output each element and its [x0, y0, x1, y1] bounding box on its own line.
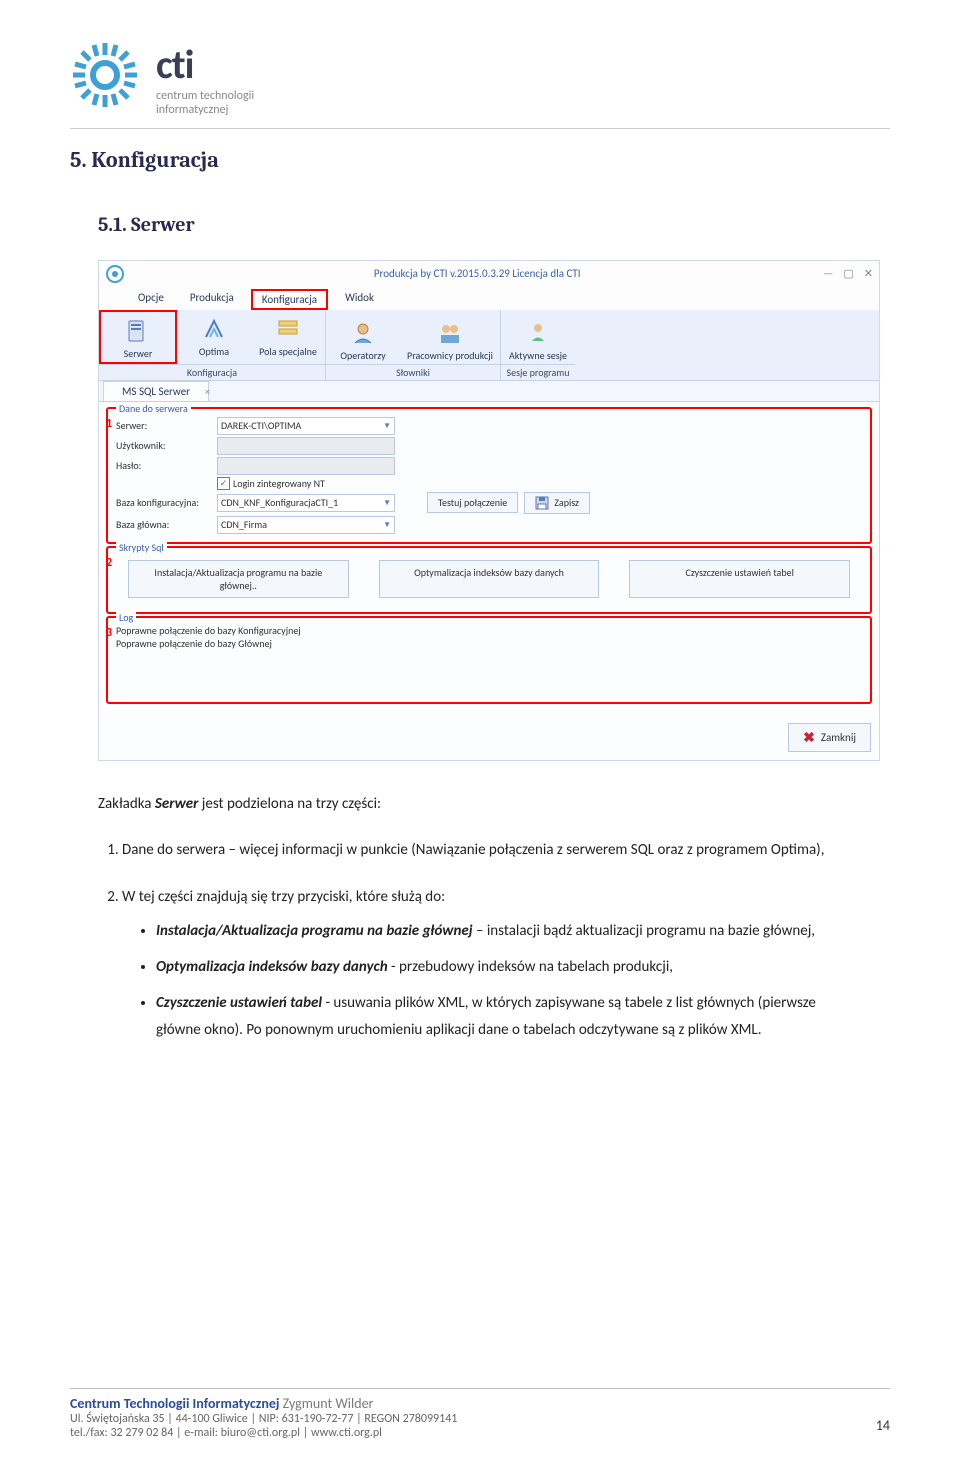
- header-divider: [70, 128, 890, 129]
- clear-table-settings-button[interactable]: Czyszczenie ustawień tabel: [629, 560, 850, 598]
- footer-owner-name: Zygmunt Wilder: [280, 1395, 374, 1412]
- ribbon-operatorzy[interactable]: Operatorzy: [326, 314, 400, 364]
- input-baza-konfig[interactable]: CDN_KNF_KonfiguracjaCTI_1▼: [217, 494, 395, 512]
- ribbon-serwer[interactable]: Serwer: [99, 310, 177, 364]
- test-connection-button[interactable]: Testuj połączenie: [427, 492, 518, 513]
- operators-icon: [349, 319, 377, 347]
- label-baza-konfig: Baza konfiguracyjna:: [116, 496, 211, 509]
- footer-company-name: Centrum Technologii Informatycznej: [70, 1395, 280, 1412]
- titlebar: Produkcja by CTI v.2015.0.3.29 Licencja …: [99, 261, 879, 287]
- marker-3: 3: [106, 626, 112, 640]
- label-haslo: Hasło:: [116, 459, 211, 472]
- heading-konfiguracja: 5. Konfiguracja: [70, 147, 890, 173]
- checkbox-login-nt[interactable]: ✓ Login zintegrowany NT: [217, 477, 325, 490]
- tab-close-icon[interactable]: ×: [205, 385, 210, 398]
- page-footer: Centrum Technologii Informatycznej Zygmu…: [70, 1388, 890, 1440]
- maximize-button[interactable]: ▢: [843, 267, 853, 280]
- main-list: Dane do serwera – więcej informacji w pu…: [98, 837, 862, 1046]
- optima-icon: [200, 315, 228, 343]
- menu-opcje[interactable]: Opcje: [129, 289, 173, 310]
- brand-subtitle-2: informatycznej: [156, 103, 254, 117]
- panel-dane-serwera: 1 Dane do serwera Serwer: DAREK-CTI\OPTI…: [107, 408, 871, 543]
- ribbon: Serwer Optima Pola specjalne Konfiguracj…: [99, 310, 879, 381]
- bullet-clear: Czyszczenie ustawień tabel - usuwania pl…: [156, 990, 862, 1046]
- ribbon-group-sesje-label: Sesje programu: [501, 364, 575, 380]
- ribbon-group-slowniki-label: Słowniki: [326, 364, 500, 380]
- ribbon-pola-label: Pola specjalne: [259, 345, 317, 358]
- sessions-icon: [524, 319, 552, 347]
- legend-dane-serwera: Dane do serwera: [116, 402, 191, 415]
- marker-2: 2: [106, 556, 112, 570]
- checkbox-label: Login zintegrowany NT: [233, 477, 325, 490]
- checkbox-icon: ✓: [217, 477, 230, 490]
- brand-subtitle-1: centrum technologii: [156, 89, 254, 103]
- install-update-button[interactable]: Instalacja/Aktualizacja programu na bazi…: [128, 560, 349, 598]
- list-item-2: W tej części znajdują się trzy przyciski…: [122, 884, 862, 1045]
- log-line-2: Poprawne połączenie do bazy Głównej: [116, 637, 862, 650]
- fields-icon: [274, 315, 302, 343]
- label-uzytkownik: Użytkownik:: [116, 439, 211, 452]
- input-serwer[interactable]: DAREK-CTI\OPTIMA▼: [217, 417, 395, 435]
- log-line-1: Poprawne połączenie do bazy Konfiguracyj…: [116, 624, 862, 637]
- save-button[interactable]: Zapisz: [524, 492, 590, 514]
- heading-serwer: 5.1. Serwer: [98, 213, 890, 236]
- ribbon-optima-label: Optima: [199, 345, 229, 358]
- ribbon-optima[interactable]: Optima: [177, 310, 251, 364]
- tab-mssql-label: MS SQL Serwer: [122, 385, 190, 398]
- dropdown-arrow-icon: ▼: [383, 520, 391, 530]
- input-uzytkownik: [217, 437, 395, 455]
- footer-contact: tel./fax: 32 279 02 84 | e-mail: biuro@c…: [70, 1426, 890, 1440]
- bullet-install: Instalacja/Aktualizacja programu na bazi…: [156, 918, 862, 946]
- menu-widok[interactable]: Widok: [336, 289, 383, 310]
- tab-mssql[interactable]: MS SQL Serwer ×: [103, 381, 209, 401]
- label-baza-glowna: Baza główna:: [116, 518, 211, 531]
- panel-log: 3 Log Poprawne połączenie do bazy Konfig…: [107, 617, 871, 703]
- floppy-icon: [535, 496, 549, 510]
- app-icon: [105, 264, 125, 284]
- app-screenshot: Produkcja by CTI v.2015.0.3.29 Licencja …: [98, 260, 880, 761]
- bullet-optimize: Optymalizacja indeksów bazy danych - prz…: [156, 954, 862, 982]
- server-icon: [124, 317, 152, 345]
- ribbon-group-konfiguracja-label: Konfiguracja: [99, 364, 325, 380]
- legend-log: Log: [116, 611, 136, 624]
- tab-row: MS SQL Serwer ×: [99, 381, 879, 402]
- menubar: Opcje Produkcja Konfiguracja Widok: [99, 287, 879, 310]
- close-x-icon: ✖: [803, 729, 815, 746]
- workers-icon: [436, 319, 464, 347]
- input-baza-glowna[interactable]: CDN_Firma▼: [217, 516, 395, 534]
- ribbon-operatorzy-label: Operatorzy: [340, 349, 385, 362]
- dropdown-arrow-icon: ▼: [383, 421, 391, 431]
- minimize-button[interactable]: —: [823, 267, 833, 280]
- ribbon-sesje-label: Aktywne sesje: [509, 349, 567, 362]
- footer-address: Ul. Świętojańska 35 | 44-100 Gliwice | N…: [70, 1412, 890, 1426]
- marker-1: 1: [106, 417, 112, 431]
- ribbon-sesje[interactable]: Aktywne sesje: [501, 314, 575, 364]
- list-item-1: Dane do serwera – więcej informacji w pu…: [122, 837, 862, 865]
- intro-paragraph: Zakładka Serwer jest podzielona na trzy …: [98, 791, 862, 819]
- dropdown-arrow-icon: ▼: [383, 498, 391, 508]
- label-serwer: Serwer:: [116, 419, 211, 432]
- sunburst-logo-icon: [70, 40, 140, 110]
- menu-konfiguracja[interactable]: Konfiguracja: [251, 289, 328, 310]
- brand-text: cti: [156, 40, 254, 89]
- ribbon-serwer-label: Serwer: [124, 347, 153, 360]
- page-number: 14: [876, 1417, 890, 1434]
- ribbon-pracownicy-label: Pracownicy produkcji: [407, 349, 493, 362]
- input-haslo: [217, 457, 395, 475]
- legend-skrypty: Skrypty Sql: [116, 541, 167, 554]
- panel-skrypty-sql: 2 Skrypty Sql Instalacja/Aktualizacja pr…: [107, 547, 871, 613]
- window-title: Produkcja by CTI v.2015.0.3.29 Licencja …: [131, 267, 823, 280]
- menu-produkcja[interactable]: Produkcja: [181, 289, 243, 310]
- close-window-button[interactable]: ✕: [864, 267, 873, 280]
- close-tab-button[interactable]: ✖ Zamknij: [788, 723, 871, 752]
- ribbon-pracownicy[interactable]: Pracownicy produkcji: [400, 314, 500, 364]
- ribbon-pola[interactable]: Pola specjalne: [251, 310, 325, 364]
- header-logo-row: cti centrum technologii informatycznej: [70, 40, 890, 118]
- optimize-indexes-button[interactable]: Optymalizacja indeksów bazy danych: [379, 560, 600, 598]
